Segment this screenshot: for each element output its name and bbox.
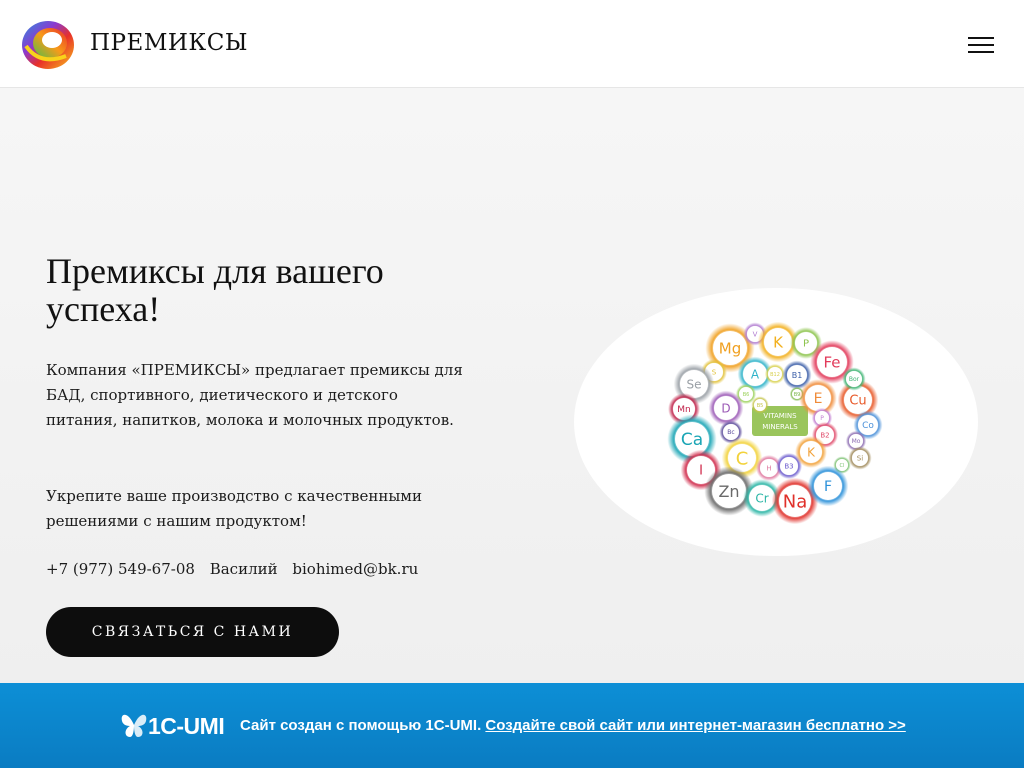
contact-us-button[interactable]: СВЯЗАТЬСЯ С НАМИ <box>46 607 339 657</box>
element-symbol: Na <box>783 491 808 512</box>
hero-title: Премиксы для вашего успеха! <box>46 251 384 329</box>
vitamins-minerals-wheel: VITAMINS MINERALS MgV K PFeS A B12 B1B6 B9SeMn… <box>667 321 883 525</box>
hero-section: Премиксы для вашего успеха! Компания «ПР… <box>0 88 1024 683</box>
element-symbol: V <box>753 331 758 339</box>
element-symbol: K <box>807 445 816 459</box>
element-symbol: Bor <box>849 376 860 383</box>
element-symbol: P <box>820 415 824 422</box>
center-label-vitamins: VITAMINS <box>763 412 797 420</box>
footer-create-site-link[interactable]: Создайте свой сайт или интернет-магазин … <box>485 717 905 734</box>
hero-subtext: Укрепите ваше производство с качественны… <box>46 487 422 530</box>
element-symbol: Mo <box>852 438 861 445</box>
site-name[interactable]: ПРЕМИКСЫ <box>90 30 248 56</box>
element-bubble-d: D <box>708 390 744 426</box>
contact-name: Василий <box>209 560 278 578</box>
element-symbol: A <box>751 367 760 381</box>
umi-footer-bar: 1C-UMI Сайт создан с помощью 1C-UMI. Соз… <box>0 683 1024 768</box>
element-symbol: Mn <box>677 405 690 415</box>
element-symbol: Se <box>687 377 702 391</box>
element-symbol: Si <box>857 455 863 463</box>
element-bubble-b5: B5 <box>751 396 769 414</box>
menu-line <box>968 51 994 53</box>
element-symbol: Cr <box>755 491 768 505</box>
element-symbol: Co <box>862 421 874 431</box>
element-symbol: B6 <box>743 392 750 398</box>
element-symbol: C <box>736 448 749 469</box>
element-bubble-k: K <box>795 436 827 468</box>
element-symbol: Cu <box>849 394 866 409</box>
element-symbol: P <box>803 339 809 350</box>
element-symbol: B12 <box>770 372 780 378</box>
element-symbol: E <box>814 391 823 407</box>
vitamins-illustration: VITAMINS MINERALS Mg V K P Fe S A B12 B1 B6 B9 Se Mn… <box>574 288 978 556</box>
element-symbol: F <box>824 479 832 495</box>
hero-description: Компания «ПРЕМИКСЫ» предлагает премиксы … <box>46 361 463 429</box>
element-symbol: Zn <box>718 482 739 501</box>
menu-line <box>968 44 994 46</box>
element-symbol: Mg <box>719 339 741 357</box>
hamburger-menu-icon[interactable] <box>966 34 996 56</box>
element-symbol: B5 <box>757 403 764 409</box>
element-bubble-f: F <box>807 465 849 507</box>
email-address[interactable]: biohimed@bk.ru <box>292 560 418 578</box>
phone-number[interactable]: +7 (977) 549-67-08 <box>46 560 195 578</box>
swirl-logo-icon[interactable] <box>20 16 76 72</box>
element-symbol: D <box>721 401 730 415</box>
element-symbol: S <box>712 369 717 377</box>
site-header: ПРЕМИКСЫ <box>0 0 1024 88</box>
element-bubble-bor: Bor <box>842 367 866 391</box>
element-symbol: Cl <box>840 463 845 469</box>
element-symbol: Ca <box>681 430 703 450</box>
footer-promo: Сайт создан с помощью 1C-UMI. Создайте с… <box>240 717 906 734</box>
footer-created-with: Сайт создан с помощью 1C-UMI. <box>240 717 482 734</box>
element-symbol: K <box>773 333 784 351</box>
element-symbol: B2 <box>820 432 829 440</box>
element-symbol: I <box>699 464 703 479</box>
element-symbol: Bc <box>727 429 734 436</box>
element-symbol: B3 <box>784 463 793 471</box>
element-symbol: B1 <box>792 371 803 380</box>
menu-line <box>968 37 994 39</box>
element-bubble-si: Si <box>848 446 872 470</box>
center-label-minerals: MINERALS <box>762 423 798 431</box>
butterfly-icon[interactable] <box>118 709 150 741</box>
umi-brand-name[interactable]: 1C-UMI <box>148 713 225 740</box>
element-symbol: H <box>766 465 771 473</box>
element-symbol: Fe <box>823 353 840 371</box>
contact-line: +7 (977) 549-67-08 Василий biohimed@bk.r… <box>46 560 428 578</box>
element-bubble-b12: B12 <box>764 363 786 385</box>
